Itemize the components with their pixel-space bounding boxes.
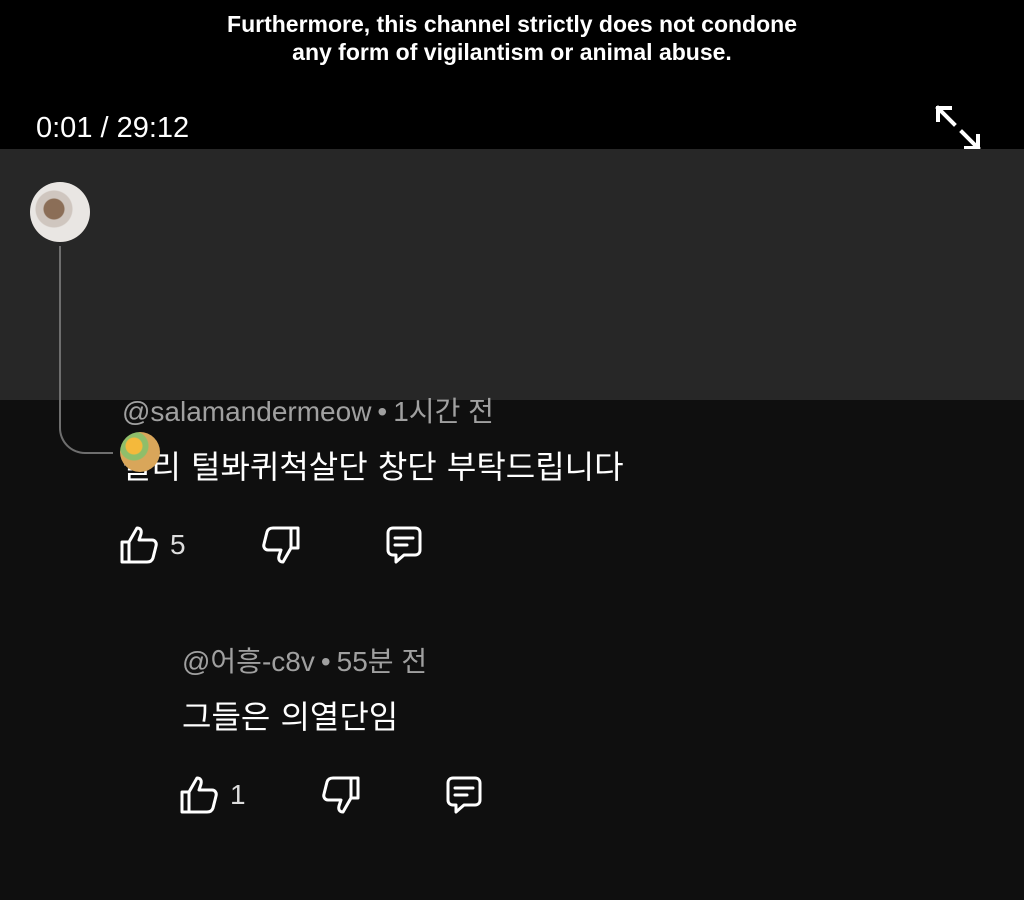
dislike-button[interactable] bbox=[260, 523, 302, 567]
thumbs-down-icon bbox=[262, 526, 300, 564]
reply-author[interactable]: @어흥-c8v bbox=[182, 646, 315, 677]
fullscreen-icon[interactable] bbox=[930, 100, 986, 156]
thumbs-down-icon bbox=[322, 776, 360, 814]
dislike-button[interactable] bbox=[320, 773, 362, 817]
comment-icon bbox=[386, 526, 422, 564]
thread-connector bbox=[59, 246, 113, 454]
subtitle-line-1: Furthermore, this channel strictly does … bbox=[227, 11, 797, 37]
reply-button[interactable] bbox=[442, 773, 486, 817]
comment-icon bbox=[446, 776, 482, 814]
comment-text: 빨리 털봐퀴척살단 창단 부탁드립니다 bbox=[122, 448, 624, 486]
meta-separator: • bbox=[377, 396, 388, 427]
comment-time: 1시간 전 bbox=[393, 396, 494, 427]
video-subtitle: Furthermore, this channel strictly does … bbox=[0, 10, 1024, 66]
thumbs-up-icon bbox=[180, 776, 218, 814]
meta-separator: • bbox=[320, 646, 331, 677]
reply-button[interactable] bbox=[382, 523, 426, 567]
time-display: 0:01 / 29:12 bbox=[36, 112, 190, 144]
like-button[interactable]: 5 bbox=[118, 523, 186, 567]
comment-author[interactable]: @salamandermeow bbox=[122, 396, 371, 427]
avatar[interactable] bbox=[30, 182, 90, 242]
like-button[interactable]: 1 bbox=[178, 773, 246, 817]
parent-comment bbox=[0, 149, 1024, 400]
comment-meta: @salamandermeow • 1시간 전 bbox=[122, 390, 494, 430]
reply-text: 그들은 의열단임 bbox=[182, 698, 399, 736]
avatar[interactable] bbox=[120, 432, 160, 472]
like-count: 1 bbox=[230, 779, 246, 810]
reply-time: 55분 전 bbox=[336, 646, 428, 677]
subtitle-line-2: any form of vigilantism or animal abuse. bbox=[292, 39, 732, 65]
reply-meta: @어흥-c8v • 55분 전 bbox=[182, 640, 427, 680]
thumbs-up-icon bbox=[120, 526, 158, 564]
like-count: 5 bbox=[170, 529, 186, 560]
